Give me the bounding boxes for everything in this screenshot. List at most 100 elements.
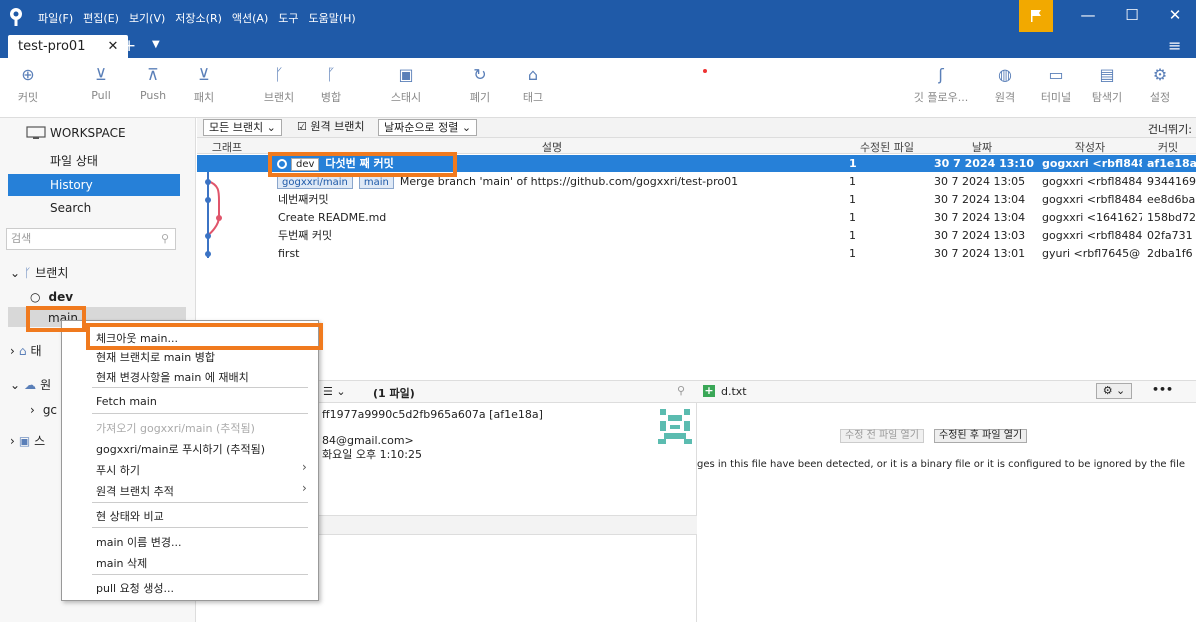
remote-button[interactable]: ◍ 원격	[977, 64, 1033, 105]
tag-button[interactable]: ⌂ 태그	[505, 64, 561, 105]
title-bar: 파일(F) 편집(E) 보기(V) 저장소(R) 액션(A) 도구 도움말(H)…	[0, 0, 1196, 34]
menu-item-checkout[interactable]: 체크아웃 main...	[96, 330, 178, 346]
menu-item-track[interactable]: 원격 브랜치 추적	[96, 483, 174, 499]
menu-separator	[92, 413, 308, 414]
branch-tag[interactable]: dev	[291, 157, 320, 171]
sidebar-item-search[interactable]: Search	[8, 197, 180, 219]
fetch-button[interactable]: ⊻ 패치	[176, 64, 232, 105]
col-date[interactable]: 날짜	[927, 139, 1037, 155]
menu-repository[interactable]: 저장소(R)	[175, 10, 222, 26]
commit-message: Merge branch 'main' of https://github.co…	[399, 175, 739, 188]
close-window-button[interactable]: ✕	[1160, 6, 1190, 24]
merge-button[interactable]: ᚵ 병합	[303, 64, 359, 105]
notification-flag-button[interactable]	[1019, 0, 1053, 32]
menu-item-pull-request[interactable]: pull 요청 생성...	[96, 580, 174, 596]
commit-author: gogxxri <rbfl8484	[1042, 193, 1142, 206]
menu-item-pull: 가져오기 gogxxri/main (추적됨)	[96, 422, 255, 435]
commit-row[interactable]: gogxxri/main main Merge branch 'main' of h…	[197, 173, 1196, 190]
skip-label: 건너뛰기:	[1147, 123, 1192, 136]
col-graph[interactable]: 그래프	[197, 139, 257, 155]
stash-button[interactable]: ▣ 스태시	[378, 64, 434, 105]
search-icon[interactable]: ⚲	[677, 384, 685, 397]
add-tab-button[interactable]: +	[122, 36, 136, 56]
minimize-button[interactable]: —	[1073, 6, 1103, 24]
menu-edit[interactable]: 편집(E)	[83, 10, 119, 26]
toolbar: ⊕ 커밋 ⊻ Pull ⊼ Push ⊻ 패치 ᚴ 브랜치 ᚵ 병합 ▣ 스태시…	[0, 58, 1196, 118]
discard-button[interactable]: ↻ 폐기	[452, 64, 508, 105]
folder-icon: ▤	[1099, 65, 1115, 84]
remote-item[interactable]: › gc	[30, 403, 57, 417]
branch-button[interactable]: ᚴ 브랜치	[251, 64, 307, 105]
chevron-right-icon: ›	[10, 343, 15, 358]
menu-view[interactable]: 보기(V)	[129, 10, 165, 26]
commit-row[interactable]: 네번째커밋 1 30 7 2024 13:04 gogxxri <rbfl848…	[197, 191, 1196, 208]
sidebar-item-file-status[interactable]: 파일 상태	[8, 150, 180, 172]
menu-separator	[92, 527, 308, 528]
merge-icon: ᚵ	[326, 65, 336, 84]
diff-settings-button[interactable]: ⚙ ⌄	[1096, 383, 1132, 399]
push-button[interactable]: ⊼ Push	[125, 64, 181, 102]
menu-item-push-to[interactable]: 푸시 하기	[96, 462, 140, 478]
branches-section[interactable]: ⌄ ᚴ 브랜치	[10, 264, 68, 281]
tab-dropdown-button[interactable]: ▼	[152, 39, 160, 50]
commit-row[interactable]: 두번째 커밋 1 30 7 2024 13:03 gogxxri <rbfl84…	[197, 227, 1196, 244]
commit-hash: ee8d6ba	[1147, 193, 1196, 206]
branch-icon: ᚴ	[24, 265, 32, 280]
all-branches-dropdown[interactable]: 모든 브랜치 ⌄	[203, 119, 282, 136]
col-description[interactable]: 설명	[257, 139, 847, 155]
branch-tag[interactable]: main	[358, 175, 394, 189]
remote-branches-checkbox[interactable]: ☑ 원격 브랜치	[292, 119, 369, 136]
remotes-section[interactable]: ⌄ ☁ 원	[10, 376, 51, 393]
menu-separator	[92, 574, 308, 575]
chevron-right-icon: ›	[30, 403, 35, 417]
commit-hash: 9344169	[1147, 175, 1196, 188]
menu-bar: 파일(F) 편집(E) 보기(V) 저장소(R) 액션(A) 도구 도움말(H)	[38, 10, 356, 26]
remote-branch-tag[interactable]: gogxxri/main	[277, 175, 353, 189]
menu-actions[interactable]: 액션(A)	[232, 10, 268, 26]
terminal-icon: ▭	[1048, 65, 1064, 84]
pull-button[interactable]: ⊻ Pull	[73, 64, 129, 102]
close-tab-icon[interactable]: ✕	[107, 39, 118, 54]
commit-date: 30 7 2024 13:04	[934, 211, 1026, 224]
menu-tools[interactable]: 도구	[278, 10, 298, 26]
maximize-button[interactable]: ☐	[1117, 6, 1147, 24]
sourcetree-logo-icon	[10, 8, 22, 26]
git-flow-button[interactable]: ʃ 깃 플로우...	[913, 64, 969, 105]
sidebar-item-history[interactable]: History	[8, 174, 180, 196]
pull-icon: ⊻	[95, 65, 107, 84]
repo-tab-label: test-pro01	[18, 39, 86, 54]
commit-message: first	[278, 247, 300, 260]
col-author[interactable]: 작성자	[1037, 139, 1143, 155]
commit-date: 30 7 2024 13:03	[934, 229, 1026, 242]
settings-button[interactable]: ⚙ 설정	[1132, 64, 1188, 105]
commit-button[interactable]: ⊕ 커밋	[0, 64, 56, 105]
menu-item-rebase[interactable]: 현재 변경사항을 main 에 재배치	[96, 369, 249, 385]
menu-item-delete[interactable]: main 삭제	[96, 555, 147, 571]
col-files[interactable]: 수정된 파일	[847, 139, 927, 155]
submodules-section[interactable]: › ▣ 스	[10, 432, 45, 449]
repo-tab[interactable]: test-pro01 ✕	[8, 35, 129, 58]
list-view-dropdown[interactable]: ☰ ⌄	[323, 385, 346, 398]
menu-item-merge[interactable]: 현재 브랜치로 main 병합	[96, 349, 215, 365]
hamburger-menu-icon[interactable]: ≡	[1168, 36, 1181, 55]
branch-item-dev[interactable]: ○ dev	[30, 290, 73, 304]
col-commit[interactable]: 커밋	[1143, 139, 1193, 155]
menu-item-rename[interactable]: main 이름 변경...	[96, 534, 181, 550]
open-after-button[interactable]: 수정된 후 파일 열기	[934, 429, 1028, 443]
commit-hash: af1e18a	[1147, 157, 1196, 170]
menu-item-fetch[interactable]: Fetch main	[96, 395, 157, 408]
menu-item-push[interactable]: gogxxri/main로 푸시하기 (추적됨)	[96, 441, 265, 457]
terminal-button[interactable]: ▭ 터미널	[1028, 64, 1084, 105]
commit-row[interactable]: Create README.md 1 30 7 2024 13:04 gogxx…	[197, 209, 1196, 226]
tags-section[interactable]: › ⌂ 태	[10, 342, 41, 359]
more-options-icon[interactable]: •••	[1152, 383, 1173, 396]
commit-row[interactable]: first 1 30 7 2024 13:01 gyuri <rbfl7645@…	[197, 245, 1196, 262]
sort-dropdown[interactable]: 날짜순으로 정렬 ⌄	[378, 119, 478, 136]
commit-row[interactable]: dev 다섯번 째 커밋 1 30 7 2024 13:10 gogxxri <r…	[197, 155, 1196, 172]
menu-help[interactable]: 도움말(H)	[309, 10, 356, 26]
menu-file[interactable]: 파일(F)	[38, 10, 73, 26]
explorer-button[interactable]: ▤ 탐색기	[1079, 64, 1135, 105]
menu-item-compare[interactable]: 현 상태와 비교	[96, 508, 164, 524]
open-before-button[interactable]: 수정 전 파일 열기	[840, 429, 924, 443]
sidebar-search-input[interactable]: 검색 ⚲	[6, 228, 176, 250]
